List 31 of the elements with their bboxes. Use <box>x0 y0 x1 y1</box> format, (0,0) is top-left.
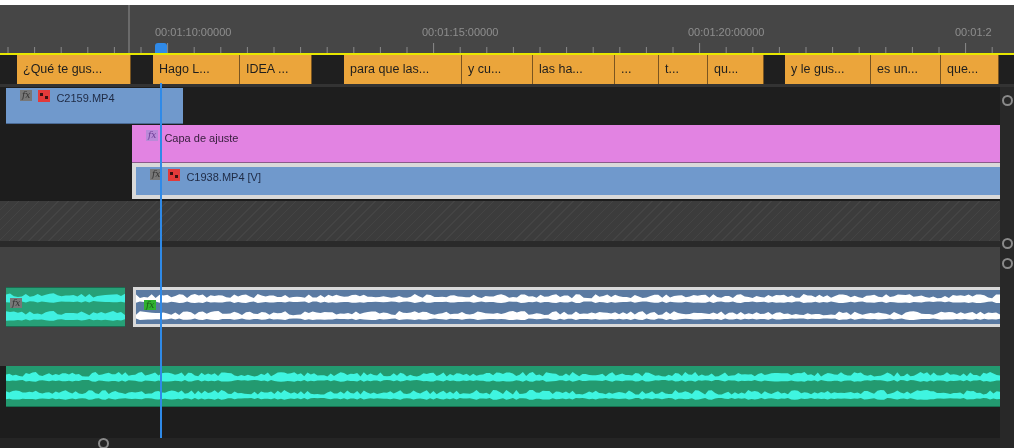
scroll-handle[interactable] <box>98 437 109 448</box>
timecode-label: 00:01:15:00000 <box>422 25 499 40</box>
caption-clip[interactable]: que... <box>941 55 999 84</box>
caption-clip[interactable]: las ha... <box>533 55 615 84</box>
caption-clip[interactable]: es un... <box>871 55 941 84</box>
clip-name: C1938.MP4 [V] <box>186 170 261 185</box>
timecode-label: 00:01:10:00000 <box>155 25 232 40</box>
clip-icon <box>38 90 51 102</box>
caption-clip[interactable]: ... <box>615 55 659 84</box>
scroll-handle[interactable] <box>1001 238 1013 249</box>
playhead-handle[interactable] <box>155 43 167 53</box>
timecode-label: 00:01:2 <box>955 25 992 40</box>
scroll-handle[interactable] <box>1001 95 1013 106</box>
caption-clip[interactable]: Hago L... <box>153 55 240 84</box>
timecode-label: 00:01:20:00000 <box>688 25 765 40</box>
caption-clip[interactable]: qu... <box>708 55 764 84</box>
caption-clip[interactable]: ¿Qué te gus... <box>17 55 131 84</box>
adjustment-layer-clip[interactable]: fx Capa de ajuste <box>132 125 1000 163</box>
video-clip[interactable]: fx C2159.MP4 <box>6 88 183 124</box>
clip-name: C2159.MP4 <box>56 91 115 106</box>
caption-clip[interactable]: IDEA ... <box>240 55 312 84</box>
video-clip[interactable]: fx C1938.MP4 [V] <box>132 163 1000 199</box>
clip-name: Capa de ajuste <box>164 131 239 146</box>
caption-clip[interactable]: t... <box>659 55 708 84</box>
scroll-handle[interactable] <box>1001 258 1013 269</box>
clip-icon <box>168 169 181 181</box>
caption-clip[interactable]: para que las... <box>344 55 462 84</box>
caption-clip[interactable]: y cu... <box>462 55 533 84</box>
horizontal-scrollbar[interactable] <box>0 438 1000 448</box>
vertical-scrollbar[interactable] <box>1000 87 1014 448</box>
caption-clip[interactable]: y le gus... <box>785 55 871 84</box>
